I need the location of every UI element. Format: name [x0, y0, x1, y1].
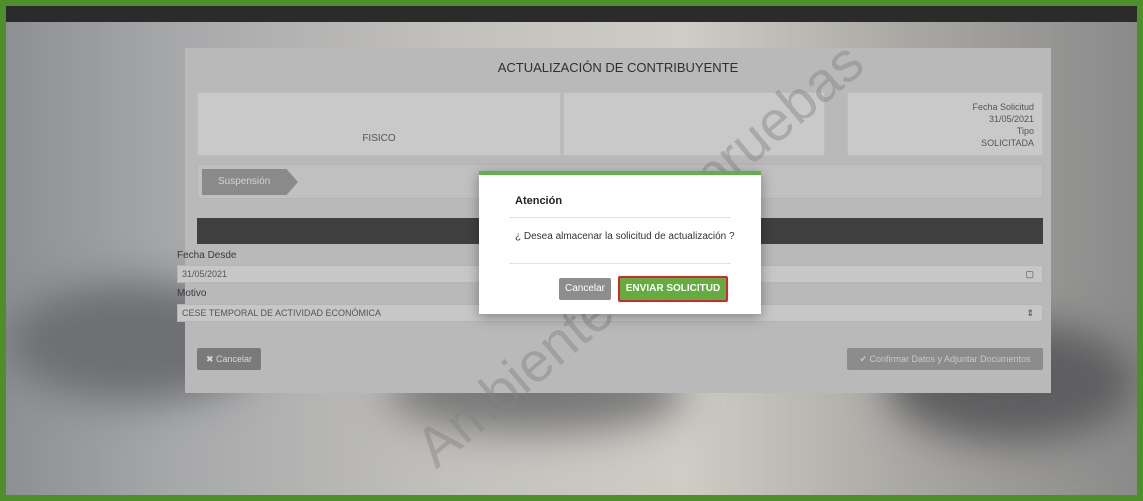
info-box-request: Fecha Solicitud 31/05/2021 Tipo SOLICITA… [847, 92, 1043, 156]
send-request-button[interactable]: ENVIAR SOLICITUD [618, 276, 728, 302]
motivo-label: Motivo [177, 288, 207, 299]
fecha-desde-label: Fecha Desde [177, 250, 237, 261]
card-title: ACTUALIZACIÓN DE CONTRIBUYENTE [497, 59, 739, 75]
dialog-message: ¿ Desea almacenar la solicitud de actual… [515, 231, 735, 242]
person-type: FISICO [362, 133, 396, 144]
confirm-and-attach-button[interactable]: ✔ Confirmar Datos y Adjuntar Documentos [847, 348, 1043, 370]
select-arrows-icon: ⇕ [1026, 308, 1034, 318]
step-suspension[interactable]: Suspensión [202, 169, 298, 195]
dialog-title: Atención [515, 195, 563, 207]
request-info: Fecha Solicitud 31/05/2021 Tipo SOLICITA… [972, 101, 1034, 149]
fecha-desde-value: 31/05/2021 [182, 269, 228, 279]
tipo-value: SOLICITADA [981, 138, 1034, 148]
dialog-cancel-button[interactable]: Cancelar [559, 278, 611, 300]
tipo-label: Tipo [1016, 126, 1034, 136]
fecha-solicitud-value: 31/05/2021 [988, 114, 1034, 124]
confirmation-dialog: Atención ¿ Desea almacenar la solicitud … [479, 171, 761, 314]
top-bar [6, 6, 1137, 22]
screenshot-frame: ACTUALIZACIÓN DE CONTRIBUYENTE FISICO Fe… [0, 0, 1143, 501]
motivo-value: CESE TEMPORAL DE ACTIVIDAD ECONÓMICA [182, 308, 382, 318]
calendar-icon[interactable]: ▢ [1025, 266, 1034, 282]
dialog-divider [509, 217, 731, 218]
dialog-divider [509, 263, 731, 264]
cancel-button[interactable]: ✖ Cancelar [197, 348, 261, 370]
fecha-solicitud-label: Fecha Solicitud [972, 102, 1034, 112]
info-box-person: FISICO [197, 92, 561, 156]
